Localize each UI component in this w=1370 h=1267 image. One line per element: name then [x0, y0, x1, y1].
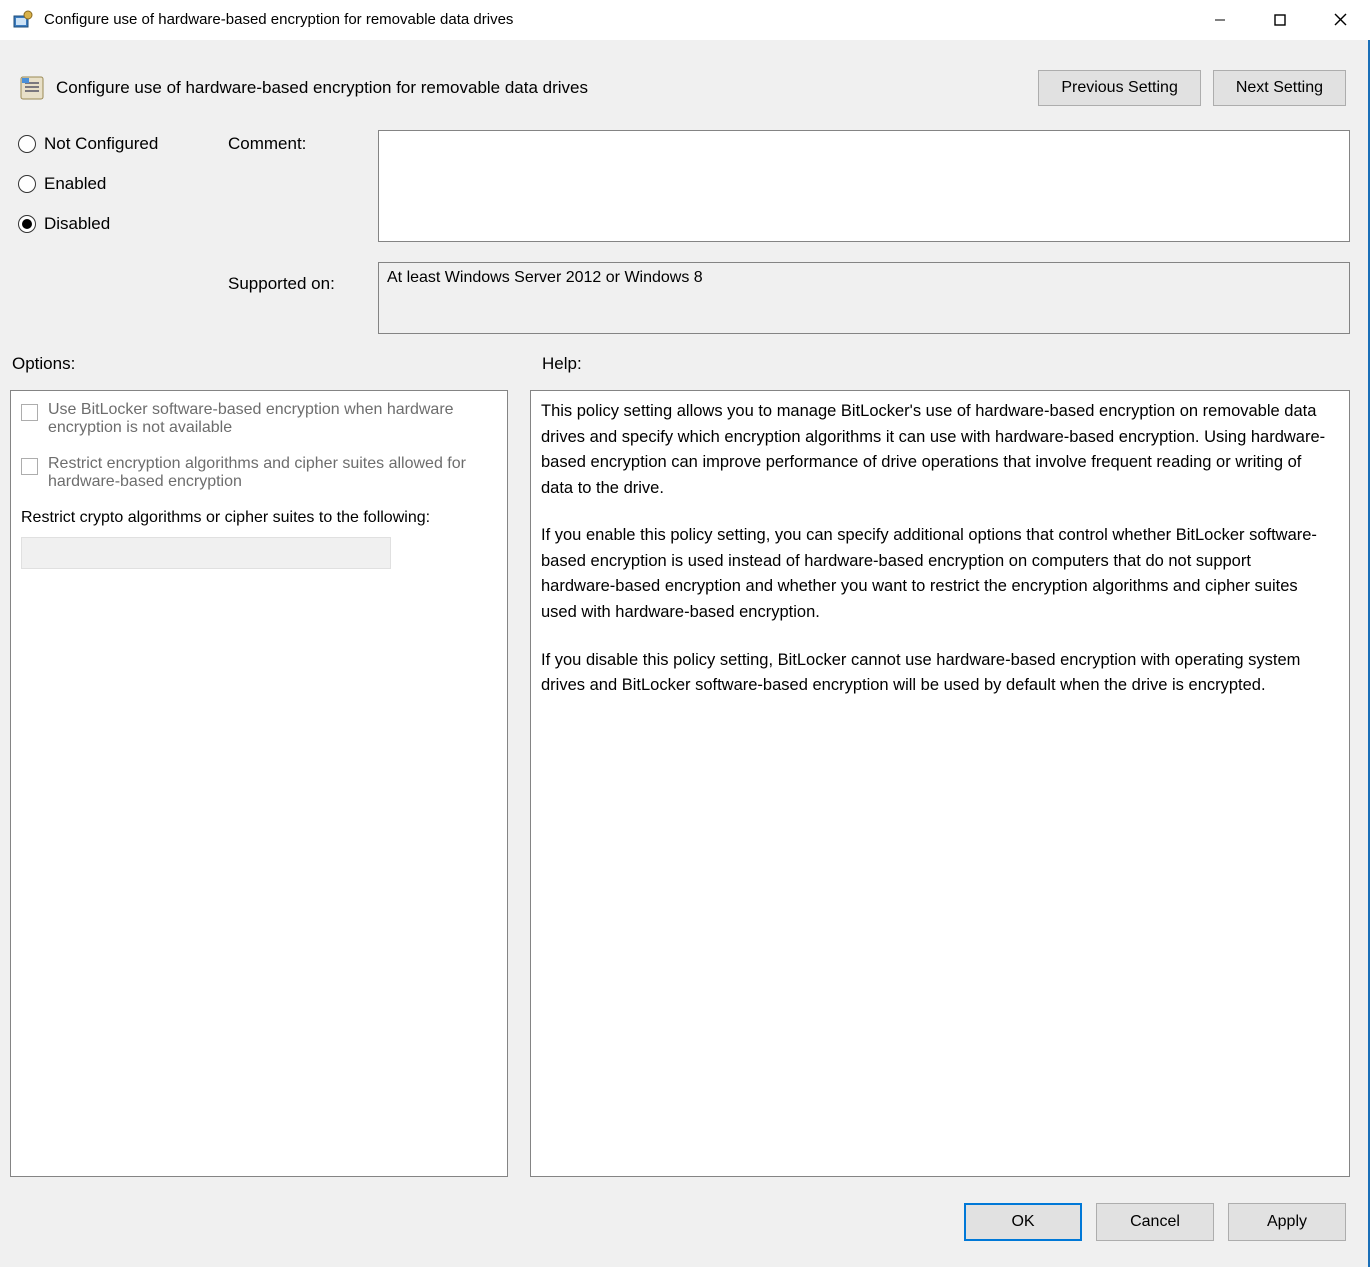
option-restrict-algorithms[interactable]: Restrict encryption algorithms and ciphe…: [21, 455, 497, 491]
options-panel: Use BitLocker software-based encryption …: [10, 390, 508, 1177]
next-setting-button[interactable]: Next Setting: [1213, 70, 1346, 106]
comment-textarea[interactable]: [378, 130, 1350, 242]
maximize-button[interactable]: [1250, 0, 1310, 39]
options-label: Options:: [12, 354, 512, 374]
panels-row: Use BitLocker software-based encryption …: [0, 380, 1368, 1187]
dialog-footer: OK Cancel Apply: [0, 1187, 1368, 1267]
radio-label: Enabled: [44, 174, 106, 194]
close-button[interactable]: [1310, 0, 1370, 39]
help-paragraph: If you enable this policy setting, you c…: [541, 523, 1329, 625]
section-labels: Options: Help:: [0, 344, 1368, 380]
option-label: Restrict encryption algorithms and ciphe…: [48, 455, 497, 491]
policy-title: Configure use of hardware-based encrypti…: [56, 78, 1028, 98]
radio-not-configured[interactable]: Not Configured: [18, 134, 228, 154]
help-paragraph: If you disable this policy setting, BitL…: [541, 648, 1329, 699]
radio-icon: [18, 135, 36, 153]
content-area: Configure use of hardware-based encrypti…: [0, 40, 1370, 1267]
ok-button[interactable]: OK: [964, 1203, 1082, 1241]
help-panel[interactable]: This policy setting allows you to manage…: [530, 390, 1350, 1177]
titlebar: Configure use of hardware-based encrypti…: [0, 0, 1370, 40]
restrict-input[interactable]: [21, 537, 391, 569]
radio-enabled[interactable]: Enabled: [18, 174, 228, 194]
minimize-button[interactable]: [1190, 0, 1250, 39]
option-software-fallback[interactable]: Use BitLocker software-based encryption …: [21, 401, 497, 437]
help-paragraph: This policy setting allows you to manage…: [541, 399, 1329, 501]
checkbox-icon: [21, 404, 38, 421]
help-label: Help:: [542, 354, 582, 374]
policy-icon: [18, 74, 46, 102]
field-labels: Comment: Supported on:: [228, 130, 378, 334]
radio-icon: [18, 215, 36, 233]
apply-button[interactable]: Apply: [1228, 1203, 1346, 1241]
cancel-button[interactable]: Cancel: [1096, 1203, 1214, 1241]
window-title: Configure use of hardware-based encrypti…: [44, 11, 1190, 28]
option-label: Use BitLocker software-based encryption …: [48, 401, 497, 437]
nav-buttons: Previous Setting Next Setting: [1038, 70, 1350, 106]
radio-label: Not Configured: [44, 134, 158, 154]
supported-on-label: Supported on:: [228, 274, 378, 294]
previous-setting-button[interactable]: Previous Setting: [1038, 70, 1201, 106]
radio-disabled[interactable]: Disabled: [18, 214, 228, 234]
state-radio-group: Not Configured Enabled Disabled: [18, 130, 228, 334]
window-controls: [1190, 0, 1370, 39]
supported-on-box: At least Windows Server 2012 or Windows …: [378, 262, 1350, 334]
restrict-label: Restrict crypto algorithms or cipher sui…: [21, 509, 497, 527]
radio-icon: [18, 175, 36, 193]
app-icon: [12, 9, 34, 31]
comment-label: Comment:: [228, 134, 378, 154]
field-inputs: At least Windows Server 2012 or Windows …: [378, 130, 1350, 334]
settings-row: Not Configured Enabled Disabled Comment:…: [0, 124, 1368, 344]
radio-label: Disabled: [44, 214, 110, 234]
checkbox-icon: [21, 458, 38, 475]
policy-header: Configure use of hardware-based encrypti…: [0, 40, 1368, 124]
